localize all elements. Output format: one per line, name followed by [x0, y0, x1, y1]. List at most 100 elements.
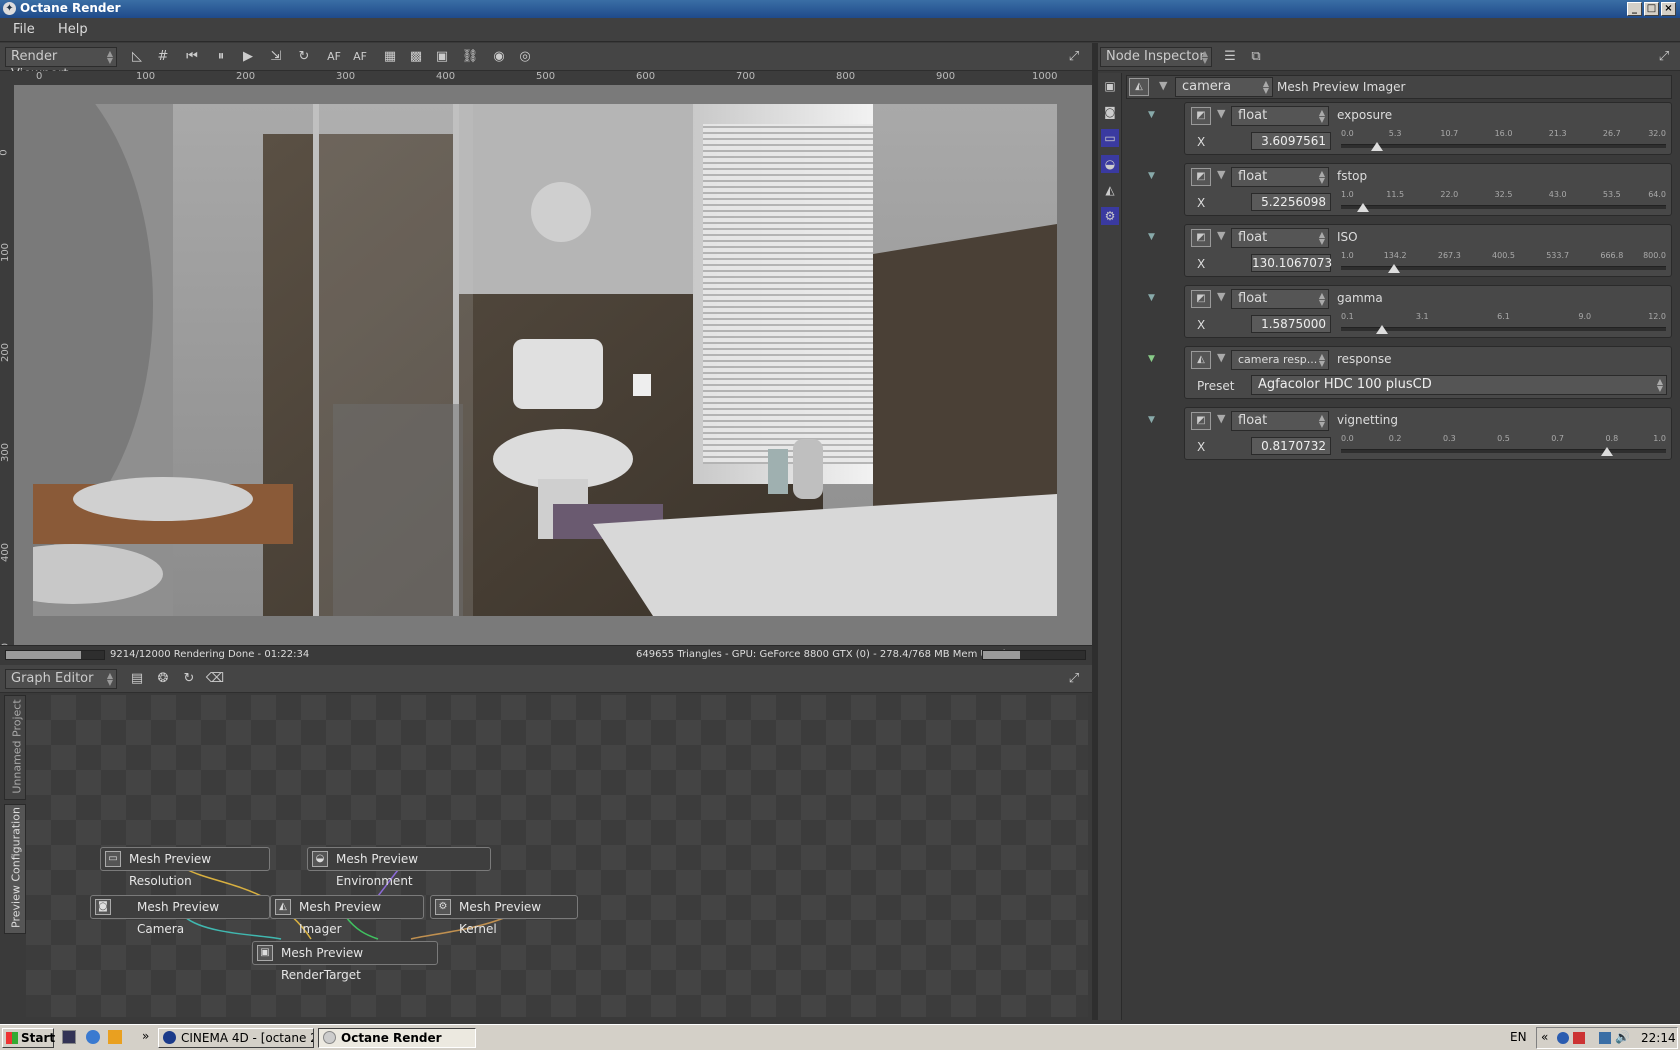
refresh-icon[interactable]: ↻	[294, 47, 314, 67]
render-canvas-area[interactable]	[14, 85, 1092, 645]
maximize-inspector-icon[interactable]: ⤢	[1654, 47, 1674, 67]
collapse-triangle-icon[interactable]: ▼	[1217, 290, 1225, 303]
gamma-slider[interactable]: 0.1 3.1 6.1 9.0 12.0	[1341, 312, 1666, 336]
vignetting-slider[interactable]: 0.0 0.2 0.3 0.5 0.7 0.8 1.0	[1341, 434, 1666, 458]
node-mesh-preview-rendertarget[interactable]: ▣ Mesh Preview RenderTarget	[252, 941, 438, 982]
link-icon[interactable]: ⛓	[460, 47, 480, 67]
save-graph-icon[interactable]: ▤	[127, 669, 147, 689]
tray-app-icon[interactable]	[1557, 1032, 1569, 1044]
slider-thumb[interactable]	[1356, 203, 1369, 212]
collapse-triangle-icon[interactable]: ▼	[1217, 168, 1225, 181]
param-type-select[interactable]: camera resp... ▲ ▼	[1231, 350, 1329, 370]
load-graph-icon[interactable]: ❂	[153, 669, 173, 689]
kernel-strip-icon[interactable]: ⚙	[1101, 207, 1119, 225]
play-icon[interactable]: ▶	[238, 47, 258, 67]
checker2-icon[interactable]: ▩	[406, 47, 426, 67]
param-type-select[interactable]: float ▲ ▼	[1231, 289, 1329, 309]
expand-triangle-icon[interactable]: ▼	[1148, 171, 1155, 181]
collapse-all-icon[interactable]: ☰	[1220, 47, 1240, 67]
task-octane-render[interactable]: Octane Render	[318, 1028, 476, 1048]
volume-icon[interactable]: 🔊	[1615, 1030, 1630, 1044]
param-type-select[interactable]: float ▲ ▼	[1231, 106, 1329, 126]
imager-strip-icon[interactable]: ◭	[1101, 181, 1119, 199]
show-desktop-icon[interactable]	[62, 1030, 76, 1044]
export-icon[interactable]: ⇲	[266, 47, 286, 67]
maximize-button[interactable]: □	[1644, 2, 1659, 16]
task-cinema4d[interactable]: CINEMA 4D - [octane 2.c...	[158, 1028, 314, 1048]
environment-strip-icon[interactable]: ◒	[1101, 155, 1119, 173]
tray-expand-icon[interactable]: «	[1541, 1030, 1548, 1044]
network-icon[interactable]	[1599, 1032, 1611, 1044]
minimize-button[interactable]: _	[1627, 2, 1642, 16]
response-preset-select[interactable]: Agfacolor HDC 100 plusCD ▲ ▼	[1251, 375, 1667, 395]
expand-triangle-icon[interactable]: ▼	[1148, 293, 1155, 303]
lock-icon[interactable]: ◉	[489, 47, 509, 67]
node-mesh-preview-imager[interactable]: ◭ Mesh Preview Imager	[270, 895, 424, 936]
tab-preview-configuration[interactable]: Preview Configuration	[4, 804, 26, 934]
iso-slider[interactable]: 1.0 134.2 267.3 400.5 533.7 666.8 800.0	[1341, 251, 1666, 275]
collapse-triangle-icon[interactable]: ▼	[1217, 351, 1225, 364]
resolution-strip-icon[interactable]: ▭	[1101, 129, 1119, 147]
collapse-triangle-icon[interactable]: ▼	[1159, 79, 1167, 92]
clear-graph-icon[interactable]: ⌫	[205, 669, 225, 689]
rewind-icon[interactable]: ⏮	[182, 47, 202, 67]
menu-help[interactable]: Help	[58, 22, 88, 37]
media-player-icon[interactable]	[108, 1030, 122, 1044]
slider-tick-label: 0.1	[1341, 312, 1354, 321]
expand-triangle-icon[interactable]: ▼	[1148, 415, 1155, 425]
collapse-triangle-icon[interactable]: ▼	[1217, 107, 1225, 120]
maximize-graph-icon[interactable]: ⤢	[1064, 669, 1084, 689]
checker1-icon[interactable]: ▦	[380, 47, 400, 67]
vignetting-value-input[interactable]: 0.8170732	[1251, 437, 1331, 455]
node-mesh-preview-environment[interactable]: ◒ Mesh Preview Environment	[307, 847, 491, 888]
menu-file[interactable]: File	[13, 22, 35, 37]
slider-thumb[interactable]	[1600, 447, 1613, 456]
checker3-icon[interactable]: ▣	[432, 47, 452, 67]
pause-icon[interactable]: ⏸	[211, 47, 231, 67]
tab-unnamed-project[interactable]: Unnamed Project	[4, 695, 26, 800]
ruler-icon[interactable]: ◺	[127, 47, 147, 67]
start-button[interactable]: Start	[2, 1028, 55, 1048]
fstop-value-input[interactable]: 5.2256098	[1251, 193, 1331, 211]
slider-thumb[interactable]	[1370, 142, 1383, 151]
node-mesh-preview-camera[interactable]: ◙ Mesh Preview Camera	[90, 895, 270, 936]
slider-thumb[interactable]	[1375, 325, 1388, 334]
camera-strip-icon[interactable]: ◙	[1101, 103, 1119, 121]
fstop-slider[interactable]: 1.0 11.5 22.0 32.5 43.0 53.5 64.0	[1341, 190, 1666, 214]
viewport-dropdown[interactable]: Render Viewport ▲▼	[5, 47, 117, 82]
graph-editor-dropdown[interactable]: Graph Editor ▲ ▼	[5, 669, 117, 689]
exposure-slider[interactable]: 0.0 5.3 10.7 16.0 21.3 26.7 32.0	[1341, 129, 1666, 153]
rendertarget-strip-icon[interactable]: ▣	[1101, 77, 1119, 95]
expand-triangle-icon[interactable]: ▼	[1148, 354, 1155, 364]
maximize-viewport-icon[interactable]: ⤢	[1064, 47, 1084, 67]
slider-thumb[interactable]	[1387, 264, 1400, 273]
close-button[interactable]: ×	[1661, 2, 1676, 16]
grid-icon[interactable]: #	[153, 47, 173, 67]
collapse-triangle-icon[interactable]: ▼	[1217, 412, 1225, 425]
expand-all-icon[interactable]: ⧉	[1246, 47, 1266, 67]
collapse-triangle-icon[interactable]: ▼	[1217, 229, 1225, 242]
language-indicator[interactable]: EN	[1510, 1030, 1527, 1044]
dropdown-arrows-icon: ▲ ▼	[1318, 291, 1325, 307]
root-type-select[interactable]: camera ▲ ▼	[1175, 77, 1273, 97]
quicklaunch-more-icon[interactable]: »	[142, 1029, 149, 1043]
browser-icon[interactable]	[86, 1030, 100, 1044]
param-type-select[interactable]: float ▲ ▼	[1231, 167, 1329, 187]
param-type-select[interactable]: float ▲ ▼	[1231, 228, 1329, 248]
refresh-graph-icon[interactable]: ↻	[179, 669, 199, 689]
iso-value-input[interactable]: 130.1067073	[1251, 254, 1332, 272]
exposure-value-input[interactable]: 3.6097561	[1251, 132, 1331, 150]
expand-triangle-icon[interactable]: ▼	[1148, 110, 1155, 120]
expand-triangle-icon[interactable]: ▼	[1148, 232, 1155, 242]
node-mesh-preview-resolution[interactable]: ▭ Mesh Preview Resolution	[100, 847, 270, 888]
af-icon[interactable]: AF	[324, 47, 344, 67]
tray-app2-icon[interactable]	[1573, 1032, 1585, 1044]
inspector-dropdown[interactable]: Node Inspector ▲ ▼	[1100, 47, 1212, 67]
node-mesh-preview-kernel[interactable]: ⚙ Mesh Preview Kernel	[430, 895, 578, 936]
gamma-value-input[interactable]: 1.5875000	[1251, 315, 1331, 333]
reset-icon[interactable]: ◎	[515, 47, 535, 67]
rendertarget-icon: ▣	[257, 945, 273, 961]
graph-canvas[interactable]: ▭ Mesh Preview Resolution ◒ Mesh Preview…	[26, 695, 1088, 1017]
afs-icon[interactable]: AF	[350, 47, 370, 67]
param-type-select[interactable]: float ▲ ▼	[1231, 411, 1329, 431]
